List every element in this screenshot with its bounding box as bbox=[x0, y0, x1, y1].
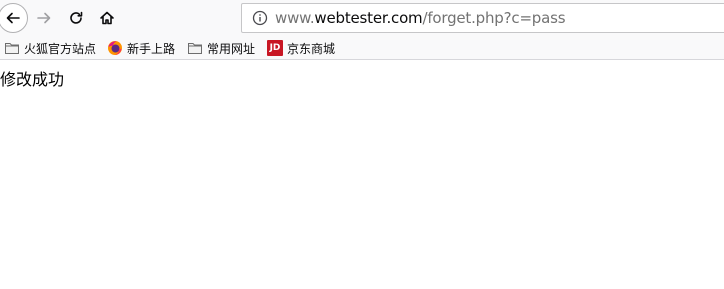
page-content: 修改成功 bbox=[0, 61, 724, 289]
back-arrow-icon bbox=[6, 12, 20, 24]
bookmark-label: 新手上路 bbox=[127, 41, 176, 56]
bookmark-common-sites[interactable]: 常用网址 bbox=[187, 36, 255, 60]
home-icon bbox=[100, 11, 114, 25]
back-button[interactable] bbox=[0, 3, 28, 33]
url-host: webtester.com bbox=[314, 9, 423, 27]
bookmark-firefox-official[interactable]: 火狐官方站点 bbox=[4, 36, 96, 60]
url-prefix: www. bbox=[275, 9, 315, 27]
folder-icon bbox=[188, 43, 202, 54]
bookmark-label: 常用网址 bbox=[207, 41, 256, 56]
navigation-toolbar: www.webtester.com/forget.php?c=pass bbox=[0, 0, 724, 36]
bookmark-getting-started[interactable]: 新手上路 bbox=[107, 36, 175, 60]
forward-arrow-icon bbox=[37, 12, 51, 24]
bookmarks-toolbar: 火狐官方站点 新手上路 常用网址 JD 京东商城 bbox=[0, 36, 724, 60]
firefox-logo-icon bbox=[108, 41, 122, 55]
folder-icon bbox=[5, 43, 19, 54]
info-icon[interactable] bbox=[252, 10, 268, 26]
bookmark-label: 火狐官方站点 bbox=[24, 41, 97, 56]
reload-button[interactable] bbox=[62, 4, 90, 32]
bookmark-jd-mall[interactable]: JD 京东商城 bbox=[267, 36, 335, 60]
home-button[interactable] bbox=[93, 4, 121, 32]
bookmark-label: 京东商城 bbox=[287, 41, 336, 56]
jd-logo-icon: JD bbox=[267, 40, 283, 56]
url-path: /forget.php?c=pass bbox=[422, 9, 566, 27]
reload-icon bbox=[70, 11, 83, 24]
success-message: 修改成功 bbox=[0, 70, 65, 89]
forward-button[interactable] bbox=[30, 4, 58, 32]
url-bar[interactable]: www.webtester.com/forget.php?c=pass bbox=[241, 3, 724, 33]
url-text[interactable]: www.webtester.com/forget.php?c=pass bbox=[275, 9, 566, 27]
